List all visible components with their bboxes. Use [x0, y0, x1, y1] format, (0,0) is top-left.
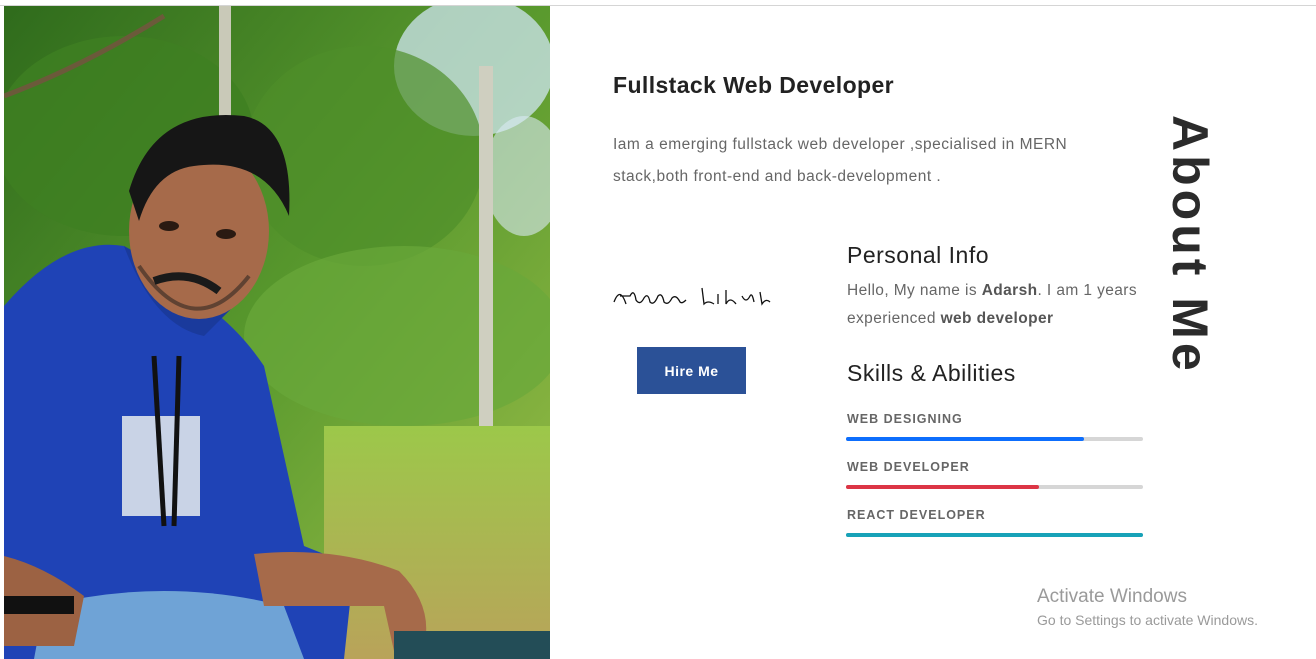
watermark-subtitle: Go to Settings to activate Windows. [1037, 612, 1258, 628]
skill-label-web-designing: WEB DESIGNING [847, 412, 963, 426]
signature-image [610, 278, 775, 318]
info-name: Adarsh [981, 282, 1038, 299]
skill-bar-web-designing [846, 437, 1143, 441]
info-role: web developer [940, 310, 1054, 327]
intro-text: Iam a emerging fullstack web developer ,… [613, 136, 1068, 185]
skill-bar-fill [846, 437, 1084, 441]
skills-heading: Skills & Abilities [847, 360, 1016, 386]
skill-bar-web-developer [846, 485, 1143, 489]
skill-bar-fill [846, 485, 1040, 489]
about-me-title: About Me [1162, 115, 1218, 375]
profile-photo [4, 6, 550, 659]
watermark-title: Activate Windows [1037, 586, 1187, 607]
skill-bar-fill [846, 533, 1143, 537]
skill-label-react-developer: REACT DEVELOPER [847, 508, 986, 522]
skill-bar-react-developer [846, 533, 1143, 537]
windows-activation-watermark: Activate Windows Go to Settings to activ… [1037, 586, 1258, 628]
hire-me-button[interactable]: Hire Me [637, 347, 746, 394]
skill-label-web-developer: WEB DEVELOPER [847, 460, 970, 474]
page-title: Fullstack Web Developer [613, 72, 895, 98]
personal-info-text: Hello, My name is Adarsh. I am 1 years e… [847, 277, 1147, 333]
info-part-1: Hello, My name is [847, 282, 982, 299]
personal-info-heading: Personal Info [847, 242, 990, 268]
